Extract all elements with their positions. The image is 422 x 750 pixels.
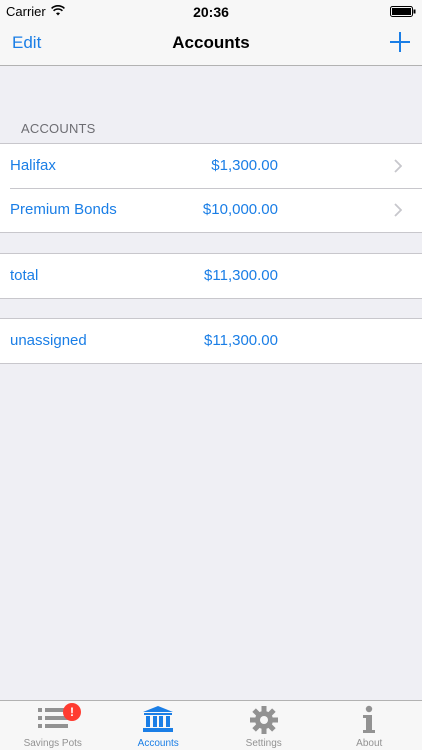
account-row-premium-bonds[interactable]: Premium Bonds $10,000.00 (0, 188, 422, 232)
unassigned-group: unassigned $11,300.00 (0, 318, 422, 364)
tab-savings-pots[interactable]: ! Savings Pots (0, 701, 106, 750)
unassigned-label: unassigned (10, 332, 87, 349)
tab-settings[interactable]: Settings (211, 701, 317, 750)
account-row-halifax[interactable]: Halifax $1,300.00 (0, 144, 422, 188)
tab-accounts[interactable]: Accounts (106, 701, 212, 750)
chevron-right-icon (394, 203, 402, 217)
total-amount: $11,300.00 (204, 267, 278, 284)
navigation-bar: Edit Accounts (0, 22, 422, 66)
add-icon[interactable] (388, 30, 412, 54)
total-row: total $11,300.00 (0, 254, 422, 298)
info-icon (363, 705, 376, 733)
total-group: total $11,300.00 (0, 253, 422, 299)
unassigned-amount: $11,300.00 (204, 332, 278, 349)
accounts-section-header: ACCOUNTS (21, 121, 96, 136)
status-time: 20:36 (193, 4, 229, 20)
battery-icon (390, 6, 416, 17)
account-amount: $10,000.00 (202, 201, 278, 218)
page-title: Accounts (172, 33, 250, 52)
tab-label: Accounts (137, 738, 179, 749)
tab-label: Savings Pots (23, 738, 82, 749)
tab-label: About (356, 738, 383, 749)
account-name: Halifax (10, 157, 56, 174)
account-name: Premium Bonds (10, 201, 117, 218)
unassigned-row: unassigned $11,300.00 (0, 319, 422, 363)
screen: Carrier 20:36 Edit Accounts ACCOUNTS Hal… (0, 0, 422, 750)
bank-icon (143, 706, 174, 732)
accounts-list: Halifax $1,300.00 Premium Bonds $10,000.… (0, 143, 422, 233)
tab-about[interactable]: About (317, 701, 422, 750)
tab-label: Settings (245, 738, 282, 749)
notification-badge: ! (63, 703, 81, 721)
gear-icon (249, 706, 278, 734)
chevron-right-icon (394, 159, 402, 173)
account-amount: $1,300.00 (211, 157, 278, 174)
total-label: total (10, 267, 39, 284)
tab-bar: ! Savings Pots Accounts Settings About (0, 700, 422, 750)
status-bar: Carrier 20:36 (0, 0, 422, 22)
